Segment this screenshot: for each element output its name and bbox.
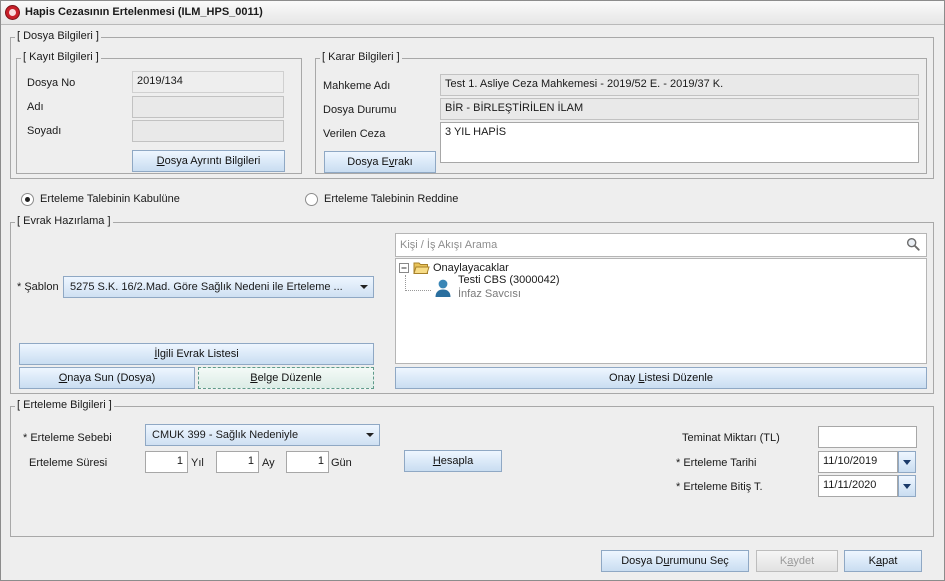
kapat-button[interactable]: Kapat [844,550,922,572]
kayit-bilgileri-group: [ Kayıt Bilgileri ] Dosya No 2019/134 Ad… [16,51,302,174]
adi-label: Adı [27,101,44,113]
erteleme-tarihi-dropdown[interactable] [898,451,916,473]
soyadi-field[interactable] [132,120,284,142]
onaya-sun-button[interactable]: Onaya Sun (Dosya) [19,367,195,389]
chevron-down-icon [366,433,374,437]
dosya-bilgileri-legend: [ Dosya Bilgileri ] [15,30,101,42]
onaya-sun-mnemonic: O [58,372,68,384]
title-bar[interactable]: Hapis Cezasının Ertelenmesi (ILM_HPS_001… [1,1,944,25]
kisi-is-akisi-search-input[interactable]: Kişi / İş Akışı Arama [395,233,927,257]
dosya-ayrinti-label: osya Ayrıntı Bilgileri [164,155,261,167]
sablon-selected-value: 5275 S.K. 16/2.Mad. Göre Sağlık Nedeni i… [70,281,343,293]
chevron-down-icon [360,285,368,289]
kabul-radio[interactable] [21,193,34,206]
yil-label: Yıl [191,457,204,469]
yil-input[interactable]: 1 [145,451,188,473]
mahkeme-adi-field[interactable]: Test 1. Asliye Ceza Mahkemesi - 2019/52 … [440,74,919,96]
ret-radio[interactable] [305,193,318,206]
dosya-durumunu-label-post: rumunu Seç [669,555,729,567]
erteleme-sebebi-value: CMUK 399 - Sağlık Nedeniyle [152,429,299,441]
erteleme-sebebi-select[interactable]: CMUK 399 - Sağlık Nedeniyle [145,424,380,446]
dialog-window: Hapis Cezasının Ertelenmesi (ILM_HPS_001… [0,0,945,581]
adi-field[interactable] [132,96,284,118]
tree-connector-vertical [405,275,406,291]
onay-listesi-duzenle-button[interactable]: Onay Listesi Düzenle [395,367,927,389]
ay-label: Ay [262,457,275,469]
erteleme-tarihi-input[interactable]: 11/10/2019 [818,451,898,473]
collapse-icon[interactable] [399,263,410,274]
erteleme-bitis-input[interactable]: 11/11/2020 [818,475,898,497]
erteleme-sebebi-label: * Erteleme Sebebi [23,432,112,444]
erteleme-bilgileri-group: [ Erteleme Bilgileri ] * Erteleme Sebebi… [10,399,934,537]
ilgili-evrak-listesi-button[interactable]: İlgili Evrak Listesi [19,343,374,365]
dosya-durumunu-label-pre: Dosya D [621,555,664,567]
tree-root-label[interactable]: Onaylayacaklar [433,262,509,274]
kaydet-label-post: ydet [793,555,815,567]
dosya-durumu-field[interactable]: BİR - BİRLEŞTİRİLEN İLAM [440,98,919,120]
karar-bilgileri-legend: [ Karar Bilgileri ] [320,51,402,63]
ret-radio-label[interactable]: Erteleme Talebinin Reddine [324,193,458,205]
hesapla-button[interactable]: Hesapla [404,450,502,472]
gun-label: Gün [331,457,352,469]
tree-person-role: İnfaz Savcısı [458,288,521,300]
ay-input[interactable]: 1 [216,451,259,473]
kayit-bilgileri-legend: [ Kayıt Bilgileri ] [21,51,101,63]
kaydet-button[interactable]: Kaydet [756,550,838,572]
sablon-label: * Şablon [17,281,59,293]
karar-bilgileri-group: [ Karar Bilgileri ] Mahkeme Adı Test 1. … [315,51,927,174]
evrak-hazirlama-legend: [ Evrak Hazırlama ] [15,215,113,227]
kapat-label-post: pat [882,555,898,567]
hesapla-mnemonic: H [432,455,441,467]
belge-duzenle-mnemonic: B [250,372,258,384]
chevron-down-icon [903,460,911,465]
app-emblem-icon [5,5,20,20]
dosya-ayrinti-button[interactable]: Dosya Ayrıntı Bilgileri [132,150,285,172]
erteleme-bitis-dropdown[interactable] [898,475,916,497]
verilen-ceza-field[interactable]: 3 YIL HAPİS [440,122,919,163]
onay-listesi-label-pre: Onay [609,372,639,384]
search-placeholder: Kişi / İş Akışı Arama [400,239,498,251]
kapat-label-pre: K [868,555,876,567]
dosya-bilgileri-group: [ Dosya Bilgileri ] [ Kayıt Bilgileri ] … [10,30,934,179]
evrak-hazirlama-group: [ Evrak Hazırlama ] * Şablon 5275 S.K. 1… [10,215,934,394]
kabul-radio-label[interactable]: Erteleme Talebinin Kabulüne [40,193,180,205]
dosya-durumunu-sec-button[interactable]: Dosya Durumunu Seç [601,550,749,572]
belge-duzenle-button[interactable]: Belge Düzenle [198,367,374,389]
dosya-evraki-label-pre: Dosya E [347,156,389,168]
erteleme-tarihi-label: * Erteleme Tarihi [676,457,757,469]
erteleme-suresi-label: Erteleme Süresi [29,457,108,469]
dosya-ayrinti-mnemonic: D [156,155,165,167]
teminat-miktari-label: Teminat Miktarı (TL) [682,432,780,444]
tree-person-name[interactable]: Testi CBS (3000042) [458,274,560,286]
ilgili-evrak-label: lgili Evrak Listesi [157,348,239,360]
belge-duzenle-label: elge Düzenle [257,372,322,384]
teminat-miktari-input[interactable] [818,426,917,448]
sablon-select[interactable]: 5275 S.K. 16/2.Mad. Göre Sağlık Nedeni i… [63,276,374,298]
dosya-evraki-label-post: rakı [394,156,413,168]
dosya-no-label: Dosya No [27,77,76,89]
onay-listesi-label-post: istesi Düzenle [644,372,713,384]
folder-open-icon [413,262,430,274]
person-icon [435,279,451,297]
soyadi-label: Soyadı [27,125,62,137]
onaylayacaklar-tree[interactable]: Onaylayacaklar Testi CBS (3000042) İnfaz… [395,258,927,364]
gun-input[interactable]: 1 [286,451,329,473]
onaya-sun-label: naya Sun (Dosya) [67,372,156,384]
verilen-ceza-label: Verilen Ceza [323,128,386,140]
window-title: Hapis Cezasının Ertelenmesi (ILM_HPS_001… [25,6,263,18]
mahkeme-adi-label: Mahkeme Adı [323,80,391,92]
dosya-evraki-button[interactable]: Dosya Evrakı [324,151,436,173]
tree-connector-horizontal [405,290,431,291]
erteleme-bitis-label: * Erteleme Bitiş T. [676,481,763,493]
hesapla-label: esapla [440,455,474,467]
dosya-durumu-label: Dosya Durumu [323,104,397,116]
dosya-no-field[interactable]: 2019/134 [132,71,284,93]
chevron-down-icon [903,484,911,489]
erteleme-bilgileri-legend: [ Erteleme Bilgileri ] [15,399,114,411]
search-icon[interactable] [906,237,920,251]
